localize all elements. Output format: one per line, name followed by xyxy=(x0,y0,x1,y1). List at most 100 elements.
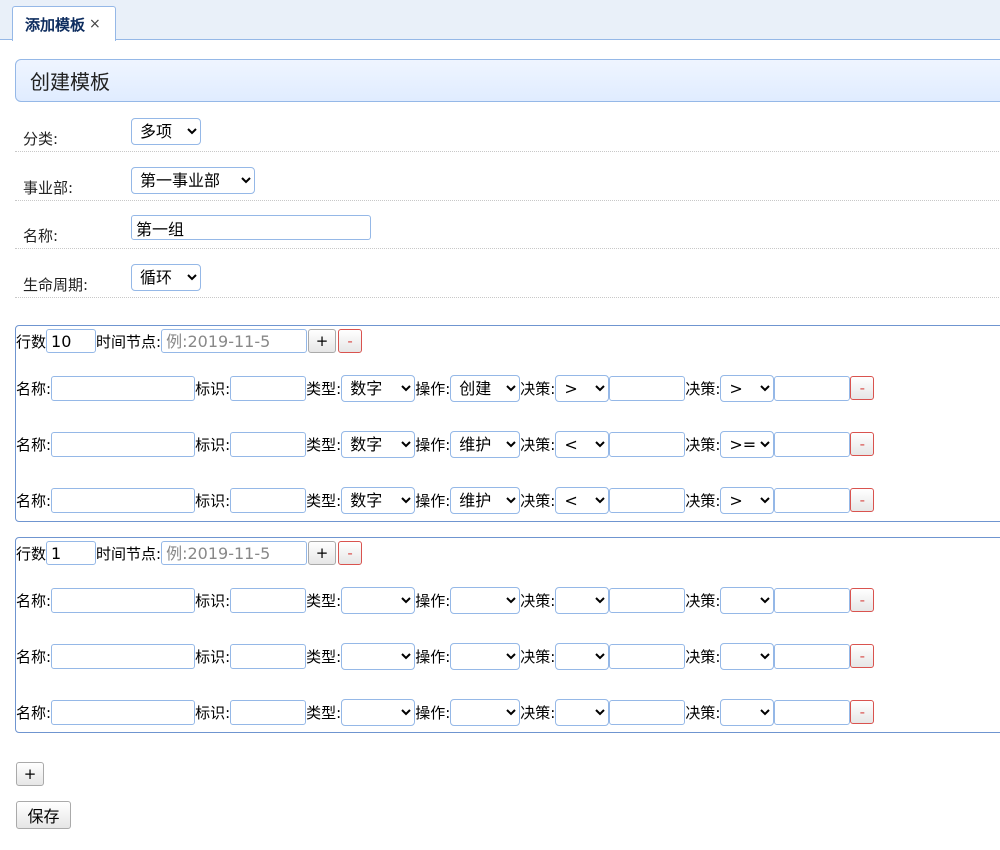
item-tag-input[interactable] xyxy=(230,699,307,725)
group-row: 名称: 标识: 类型: 操作: 决策: 决策: - xyxy=(16,642,875,670)
item-decision-label: 决策: xyxy=(685,491,721,510)
item-op-label: 操作: xyxy=(415,491,451,510)
rows-input[interactable] xyxy=(46,541,97,565)
item-op-label: 操作: xyxy=(415,647,451,666)
item-op-label: 操作: xyxy=(415,703,451,722)
item-name-input[interactable] xyxy=(51,643,196,669)
form-row-category: 分类: 多项 xyxy=(15,112,1000,152)
save-button[interactable]: 保存 xyxy=(16,801,71,829)
remove-row-button[interactable]: - xyxy=(850,700,875,724)
item-name-label: 名称: xyxy=(16,435,52,454)
remove-row-button[interactable]: - xyxy=(850,588,875,612)
item-name-input[interactable] xyxy=(51,375,196,401)
item-name-input[interactable] xyxy=(51,487,196,513)
decision-2-input[interactable] xyxy=(774,699,851,725)
decision-1-input[interactable] xyxy=(609,587,686,613)
tab-bar: 添加模板 × xyxy=(0,0,1000,41)
item-tag-label: 标识: xyxy=(195,647,231,666)
form-row-lifecycle: 生命周期: 循环 xyxy=(15,258,1000,298)
decision-1-select[interactable]: < xyxy=(555,430,610,458)
decision-2-select[interactable]: >= xyxy=(720,430,775,458)
group-row: 名称: 标识: 类型: 数字 操作: 创建 决策: > 决策: > - xyxy=(16,374,875,402)
item-op-select[interactable] xyxy=(450,586,521,614)
add-row-button[interactable]: + xyxy=(308,541,337,565)
item-op-select[interactable]: 创建 xyxy=(450,374,521,402)
decision-1-select[interactable] xyxy=(555,698,610,726)
remove-row-button[interactable]: - xyxy=(850,432,875,456)
item-op-select[interactable] xyxy=(450,642,521,670)
decision-1-select[interactable]: < xyxy=(555,486,610,514)
item-op-select[interactable] xyxy=(450,698,521,726)
lifecycle-label: 生命周期: xyxy=(23,276,89,294)
remove-row-button[interactable]: - xyxy=(850,376,875,400)
item-tag-input[interactable] xyxy=(230,431,307,457)
decision-1-input[interactable] xyxy=(609,431,686,457)
item-type-label: 类型: xyxy=(306,703,342,722)
rows-label: 行数 xyxy=(16,332,47,351)
item-name-label: 名称: xyxy=(16,491,52,510)
rows-label: 行数 xyxy=(16,544,47,563)
item-tag-label: 标识: xyxy=(195,491,231,510)
decision-2-select[interactable]: > xyxy=(720,486,775,514)
item-decision-label: 决策: xyxy=(685,435,721,454)
decision-1-input[interactable] xyxy=(609,643,686,669)
category-label: 分类: xyxy=(23,130,59,148)
decision-1-select[interactable] xyxy=(555,586,610,614)
decision-1-input[interactable] xyxy=(609,487,686,513)
item-type-select[interactable] xyxy=(341,698,416,726)
item-tag-label: 标识: xyxy=(195,591,231,610)
item-type-label: 类型: xyxy=(306,379,342,398)
form-row-division: 事业部: 第一事业部 xyxy=(15,161,1000,201)
tab-add-template[interactable]: 添加模板 × xyxy=(12,6,116,41)
item-name-input[interactable] xyxy=(51,699,196,725)
decision-1-input[interactable] xyxy=(609,375,686,401)
item-tag-input[interactable] xyxy=(230,375,307,401)
rows-input[interactable] xyxy=(46,329,97,353)
decision-2-select[interactable] xyxy=(720,698,775,726)
item-tag-input[interactable] xyxy=(230,587,307,613)
item-type-select[interactable]: 数字 xyxy=(341,374,416,402)
remove-row-button[interactable]: - xyxy=(850,644,875,668)
add-row-button[interactable]: + xyxy=(308,329,337,353)
item-name-label: 名称: xyxy=(16,591,52,610)
item-type-select[interactable] xyxy=(341,586,416,614)
time-node-input[interactable] xyxy=(161,541,308,565)
decision-2-input[interactable] xyxy=(774,375,851,401)
item-type-label: 类型: xyxy=(306,491,342,510)
division-select[interactable]: 第一事业部 xyxy=(131,167,255,194)
add-group-button[interactable]: + xyxy=(16,762,44,786)
item-type-label: 类型: xyxy=(306,591,342,610)
item-type-select[interactable] xyxy=(341,642,416,670)
item-decision-label: 决策: xyxy=(520,379,556,398)
decision-2-select[interactable] xyxy=(720,586,775,614)
decision-2-input[interactable] xyxy=(774,431,851,457)
time-node-label: 时间节点: xyxy=(96,544,162,563)
decision-2-input[interactable] xyxy=(774,643,851,669)
decision-2-input[interactable] xyxy=(774,487,851,513)
decision-1-select[interactable] xyxy=(555,642,610,670)
remove-row-button[interactable]: - xyxy=(850,488,875,512)
item-op-select[interactable]: 维护 xyxy=(450,430,521,458)
item-name-label: 名称: xyxy=(16,379,52,398)
decision-2-input[interactable] xyxy=(774,587,851,613)
tab-close-icon[interactable]: × xyxy=(89,16,101,32)
time-node-input[interactable] xyxy=(161,329,308,353)
item-op-select[interactable]: 维护 xyxy=(450,486,521,514)
item-tag-input[interactable] xyxy=(230,643,307,669)
item-tag-label: 标识: xyxy=(195,435,231,454)
item-name-input[interactable] xyxy=(51,431,196,457)
lifecycle-select[interactable]: 循环 xyxy=(131,264,201,291)
item-name-input[interactable] xyxy=(51,587,196,613)
name-input[interactable] xyxy=(131,215,371,240)
category-select[interactable]: 多项 xyxy=(131,118,201,145)
group-row: 名称: 标识: 类型: 数字 操作: 维护 决策: < 决策: >= - xyxy=(16,430,875,458)
item-type-select[interactable]: 数字 xyxy=(341,486,416,514)
decision-1-input[interactable] xyxy=(609,699,686,725)
item-type-select[interactable]: 数字 xyxy=(341,430,416,458)
remove-group-button[interactable]: - xyxy=(338,541,363,565)
decision-2-select[interactable]: > xyxy=(720,374,775,402)
decision-2-select[interactable] xyxy=(720,642,775,670)
remove-group-button[interactable]: - xyxy=(338,329,363,353)
item-tag-input[interactable] xyxy=(230,487,307,513)
decision-1-select[interactable]: > xyxy=(555,374,610,402)
